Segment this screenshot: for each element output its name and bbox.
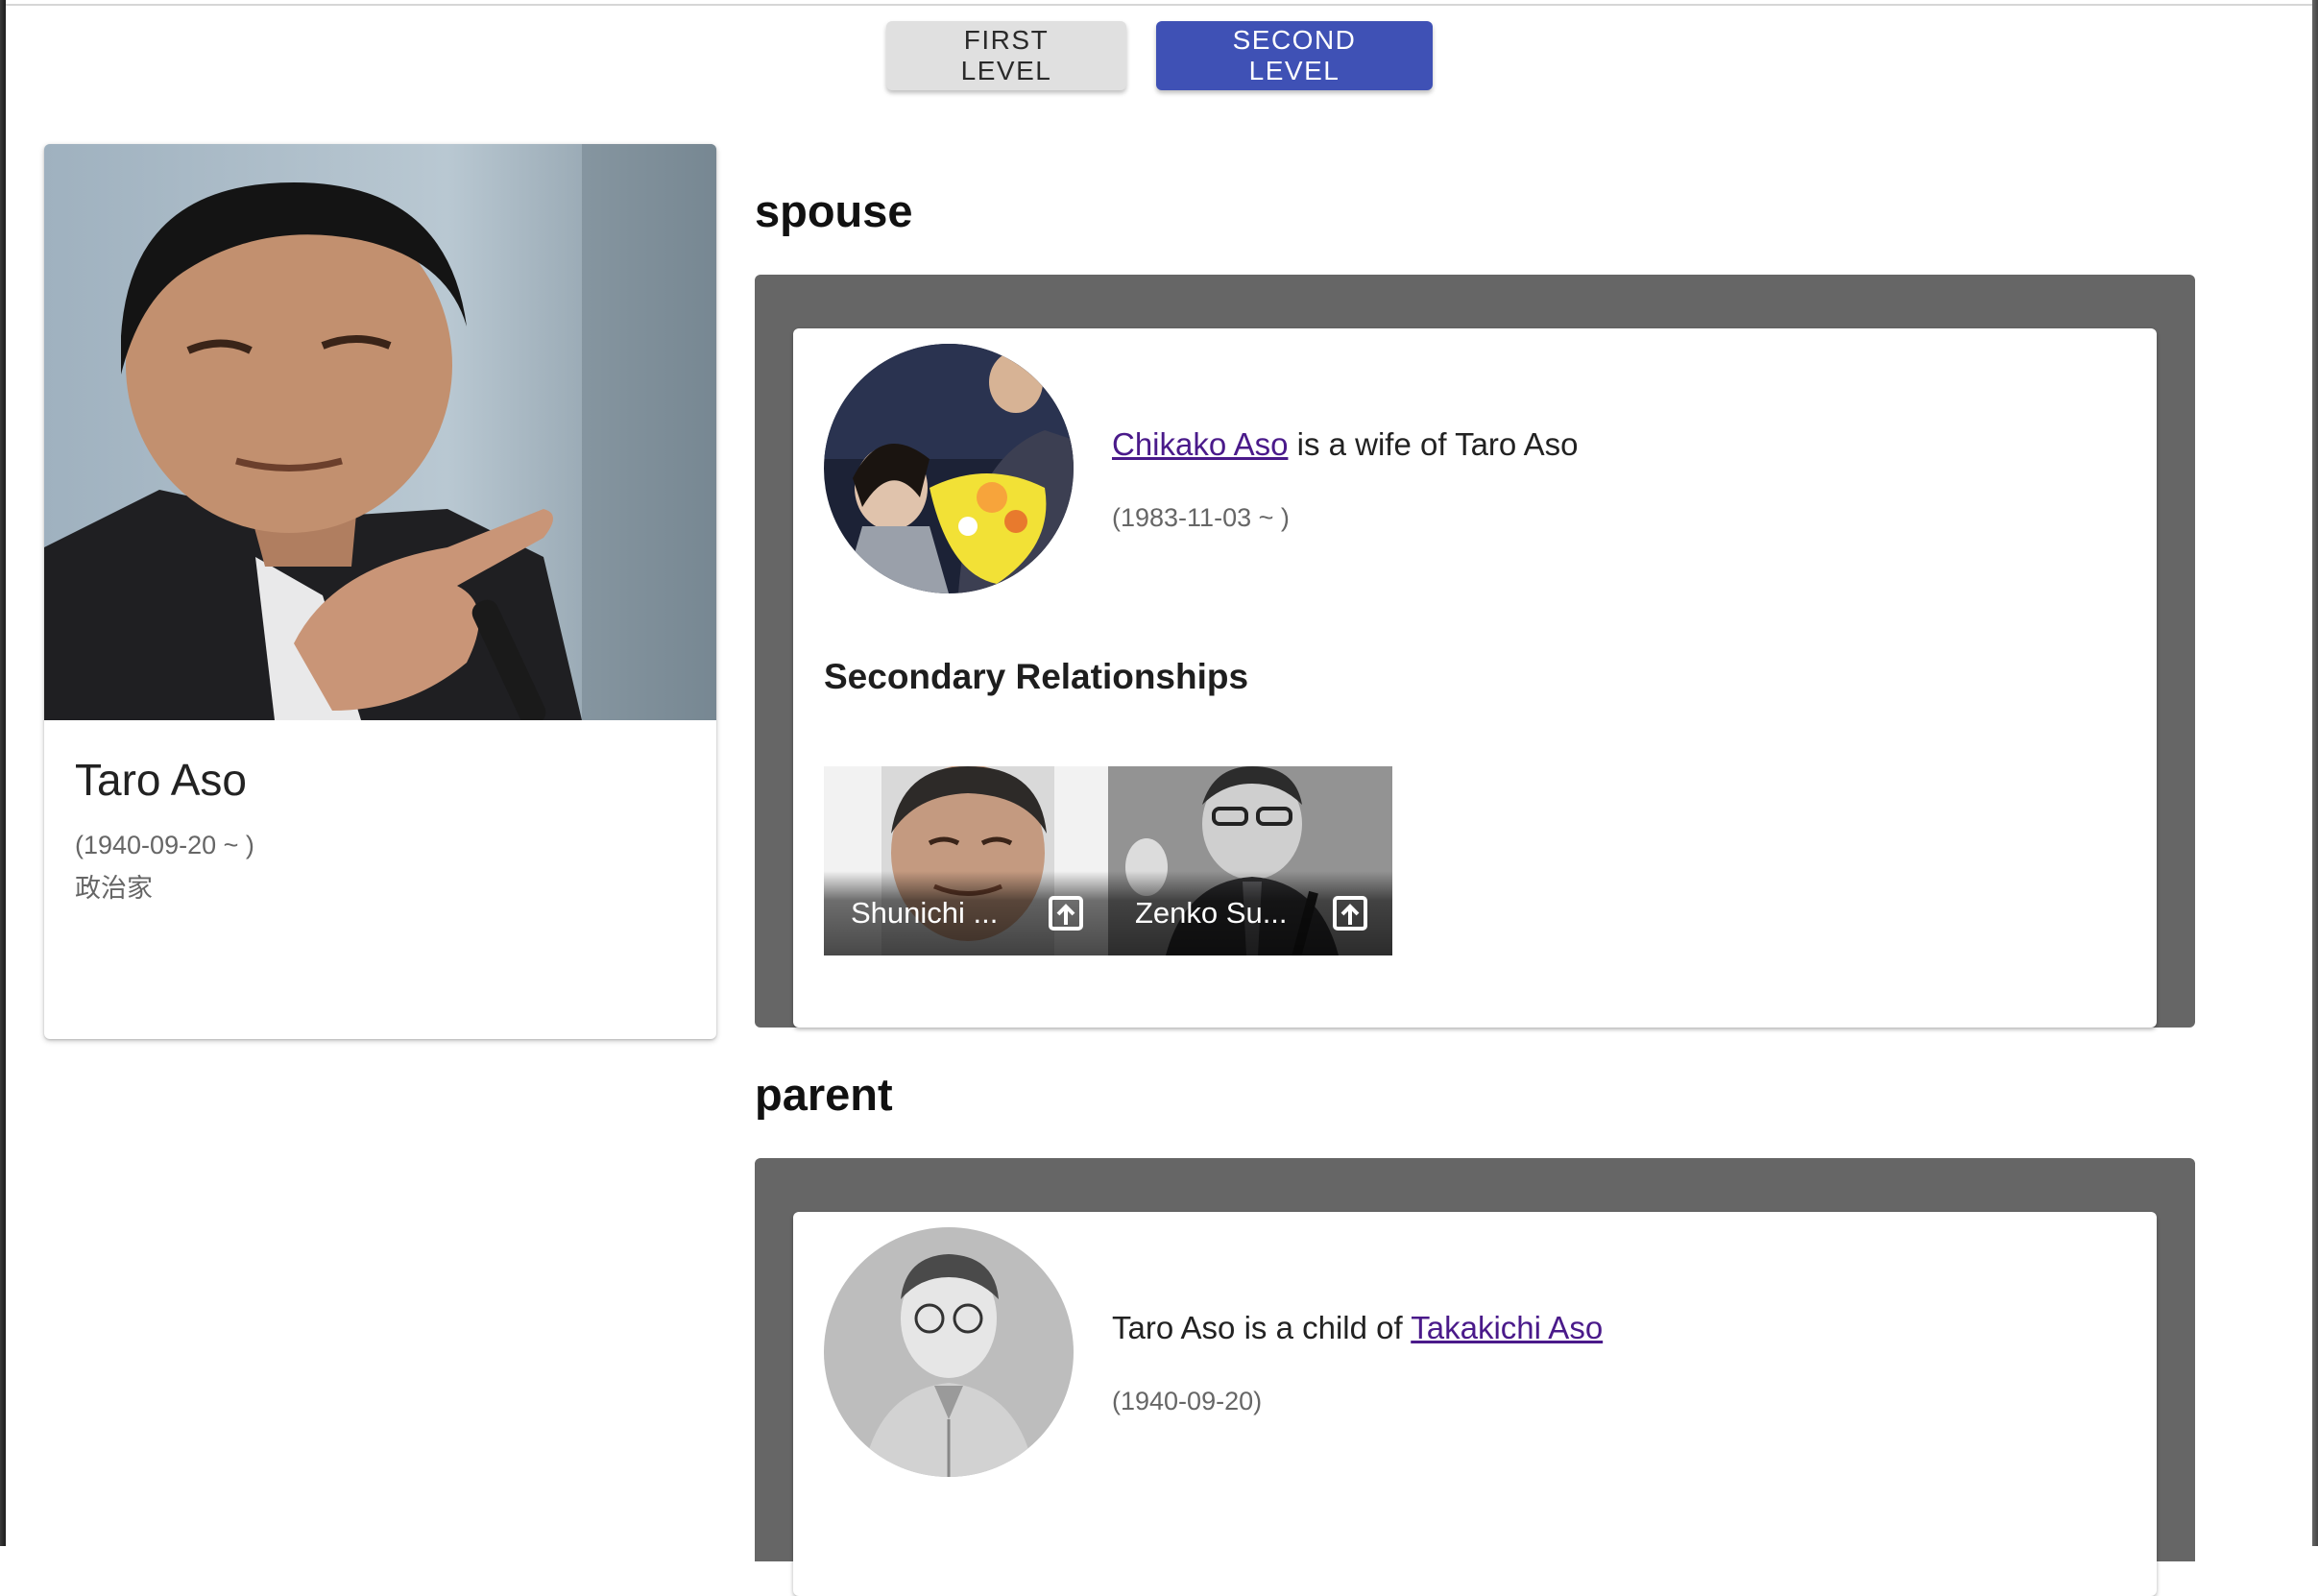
- tile-label: Zenko Su...: [1135, 896, 1288, 930]
- spouse-relation-text: is a wife of Taro Aso: [1288, 426, 1579, 462]
- second-level-button[interactable]: SECOND LEVEL: [1156, 21, 1433, 90]
- parent-card: Taro Aso is a child of Takakichi Aso (19…: [793, 1212, 2157, 1596]
- open-in-icon[interactable]: [1331, 894, 1369, 932]
- spouse-relation: Chikako Aso is a wife of Taro Aso: [1112, 426, 1578, 463]
- level-toggle-group: FIRST LEVEL SECOND LEVEL: [886, 21, 1433, 90]
- parent-person-link[interactable]: Takakichi Aso: [1411, 1310, 1603, 1345]
- section-heading-parent: parent: [755, 1069, 893, 1120]
- spouse-avatar: [824, 344, 1074, 593]
- spouse-dates: (1983-11-03 ~ ): [1112, 503, 1290, 532]
- secondary-tile[interactable]: Shunichi ...: [824, 766, 1108, 955]
- window-left-edge: [0, 0, 6, 1546]
- window-right-edge: [2312, 0, 2318, 1546]
- section-heading-spouse: spouse: [755, 185, 913, 236]
- top-divider: [6, 4, 2312, 6]
- parent-relation: Taro Aso is a child of Takakichi Aso: [1112, 1310, 1603, 1346]
- profile-card: Taro Aso (1940-09-20 ~ ) 政治家: [44, 144, 716, 1039]
- tile-label: Shunichi ...: [851, 896, 999, 930]
- parent-panel: Taro Aso is a child of Takakichi Aso (19…: [755, 1158, 2195, 1596]
- profile-dates: (1940-09-20 ~ ): [75, 831, 254, 859]
- parent-dates: (1940-09-20): [1112, 1387, 1263, 1415]
- open-in-icon[interactable]: [1047, 894, 1085, 932]
- profile-name: Taro Aso: [75, 755, 247, 805]
- secondary-tile[interactable]: Zenko Su...: [1108, 766, 1392, 955]
- spouse-person-link[interactable]: Chikako Aso: [1112, 426, 1288, 462]
- profile-photo: [44, 144, 716, 720]
- secondary-tiles: Shunichi ... Zenko Su...: [824, 766, 1392, 955]
- spouse-card: Chikako Aso is a wife of Taro Aso (1983-…: [793, 328, 2157, 1028]
- first-level-button[interactable]: FIRST LEVEL: [886, 21, 1126, 90]
- secondary-relationships-heading: Secondary Relationships: [824, 657, 1249, 696]
- parent-relation-text: Taro Aso is a child of: [1112, 1310, 1412, 1345]
- profile-occupation: 政治家: [75, 874, 153, 904]
- spouse-panel: Chikako Aso is a wife of Taro Aso (1983-…: [755, 275, 2195, 1028]
- parent-avatar: [824, 1227, 1074, 1477]
